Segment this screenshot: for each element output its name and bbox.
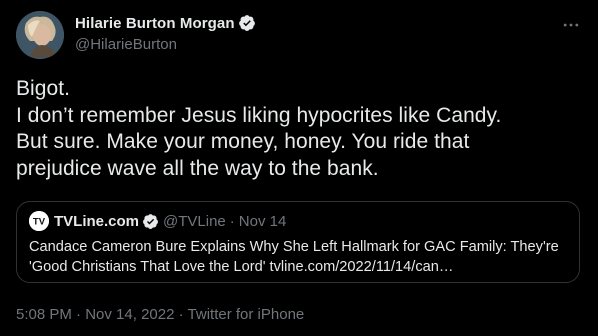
tvline-logo-icon: TV: [29, 211, 49, 231]
tweet-text-line: prejudice wave all the way to the bank.: [16, 156, 379, 180]
tweet-meta: 5:08 PM · Nov 14, 2022 · Twitter for iPh…: [16, 306, 304, 323]
tweet-time[interactable]: 5:08 PM: [16, 306, 72, 323]
quoted-text-line: 'Good Christians That Love the Lord' tvl…: [29, 259, 454, 275]
tweet-card: Hilarie Burton Morgan @HilarieBurton Big…: [0, 0, 598, 336]
verified-badge-icon: [143, 213, 158, 229]
quoted-separator: ·: [229, 212, 235, 230]
author-display-name[interactable]: Hilarie Burton Morgan: [75, 15, 235, 32]
author-avatar[interactable]: [16, 11, 64, 59]
more-options-button[interactable]: [560, 14, 582, 36]
tweet-date[interactable]: Nov 14, 2022: [85, 306, 174, 323]
quoted-tweet-text: Candace Cameron Bure Explains Why She Le…: [29, 237, 569, 277]
avatar-photo-icon: [16, 11, 64, 59]
author-header: Hilarie Burton Morgan @HilarieBurton: [75, 12, 256, 55]
tweet-text-line: But sure. Make your money, honey. You ri…: [16, 130, 470, 153]
quoted-author-display-name: TVLine.com: [54, 212, 140, 230]
quoted-author-avatar: TV: [29, 211, 49, 231]
tweet-text-line: Bigot.: [16, 77, 70, 100]
author-handle[interactable]: @HilarieBurton: [75, 35, 256, 55]
quoted-tweet-card[interactable]: TV TVLine.com @TVLine · Nov 14 Candace C…: [16, 201, 580, 283]
quoted-tweet-date: Nov 14: [238, 212, 287, 230]
tvline-logo-letters: TV: [33, 217, 46, 228]
verified-badge-icon: [238, 15, 255, 31]
meta-separator: ·: [178, 306, 184, 323]
tweet-text: Bigot. I don’t remember Jesus liking hyp…: [16, 76, 582, 182]
more-horizontal-icon: [563, 23, 579, 27]
quoted-tweet-header: TV TVLine.com @TVLine · Nov 14: [29, 211, 286, 231]
quoted-author-handle: @TVLine: [163, 212, 226, 230]
tweet-source[interactable]: Twitter for iPhone: [188, 306, 305, 323]
quoted-text-line: Candace Cameron Bure Explains Why She Le…: [29, 239, 559, 255]
meta-separator: ·: [76, 306, 82, 323]
tweet-text-line: I don’t remember Jesus liking hypocrites…: [16, 103, 502, 127]
